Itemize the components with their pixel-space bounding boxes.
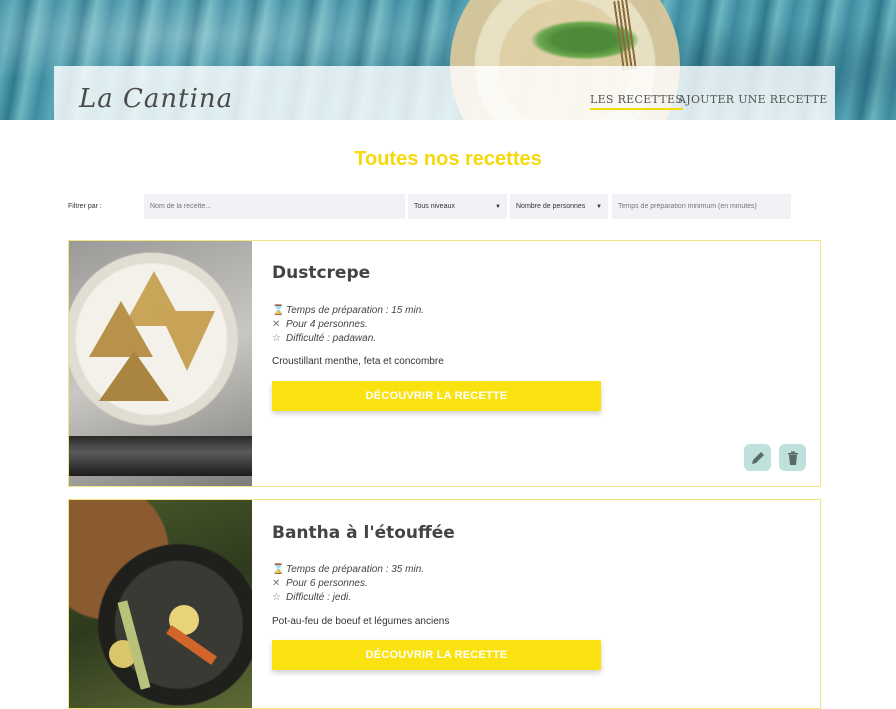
delete-button[interactable] bbox=[779, 444, 806, 471]
recipe-title: Dustcrepe bbox=[272, 263, 371, 283]
utensils-icon: ✕ bbox=[272, 578, 281, 589]
hourglass-icon: ⌛ bbox=[272, 564, 285, 575]
hourglass-icon: ⌛ bbox=[272, 305, 285, 316]
difficulty-line: ☆ Difficulté : padawan. bbox=[272, 333, 376, 344]
recipe-description: Croustillant menthe, feta et concombre bbox=[272, 356, 444, 367]
prep-time-line: ⌛ Temps de préparation : 35 min. bbox=[272, 564, 424, 575]
nav-ajouter-recette[interactable]: AJOUTER UNE RECETTE bbox=[678, 93, 828, 106]
difficulty-text: Difficulté : jedi. bbox=[286, 592, 352, 603]
people-text: Pour 6 personnes. bbox=[286, 578, 368, 589]
pencil-icon bbox=[751, 451, 764, 464]
filter-label: Filtrer par : bbox=[68, 203, 102, 210]
prep-time-text: Temps de préparation : 35 min. bbox=[286, 564, 425, 575]
chevron-down-icon: ▼ bbox=[596, 203, 602, 210]
discover-recipe-button[interactable]: DÉCOUVRIR LA RECETTE bbox=[272, 640, 601, 670]
star-icon: ☆ bbox=[272, 592, 281, 603]
header-banner: La Cantina LES RECETTES AJOUTER UNE RECE… bbox=[0, 0, 896, 120]
level-select-value: Tous niveaux bbox=[414, 203, 455, 210]
edit-button[interactable] bbox=[744, 444, 771, 471]
nav-les-recettes[interactable]: LES RECETTES bbox=[590, 93, 684, 110]
level-select[interactable]: Tous niveaux ▼ bbox=[408, 194, 507, 219]
people-text: Pour 4 personnes. bbox=[286, 319, 368, 330]
prep-time-input[interactable] bbox=[612, 194, 791, 219]
recipe-title: Bantha à l'étouffée bbox=[272, 523, 455, 543]
difficulty-line: ☆ Difficulté : jedi. bbox=[272, 592, 351, 603]
difficulty-text: Difficulté : padawan. bbox=[286, 333, 377, 344]
chevron-down-icon: ▼ bbox=[495, 203, 501, 210]
recipe-description: Pot-au-feu de boeuf et légumes anciens bbox=[272, 616, 450, 627]
lightsaber-image bbox=[69, 436, 252, 476]
page-title: Toutes nos recettes bbox=[354, 148, 542, 170]
navbar: La Cantina LES RECETTES AJOUTER UNE RECE… bbox=[54, 66, 835, 120]
prep-time-line: ⌛ Temps de préparation : 15 min. bbox=[272, 305, 424, 316]
recipe-image bbox=[69, 500, 252, 708]
people-line: ✕ Pour 6 personnes. bbox=[272, 578, 368, 589]
discover-recipe-button[interactable]: DÉCOUVRIR LA RECETTE bbox=[272, 381, 601, 411]
prep-time-text: Temps de préparation : 15 min. bbox=[286, 305, 425, 316]
people-line: ✕ Pour 4 personnes. bbox=[272, 319, 368, 330]
people-select[interactable]: Nombre de personnes ▼ bbox=[510, 194, 608, 219]
recipe-card: Dustcrepe ⌛ Temps de préparation : 15 min… bbox=[68, 240, 821, 487]
site-logo[interactable]: La Cantina bbox=[79, 84, 233, 114]
recipe-image bbox=[69, 241, 252, 486]
star-icon: ☆ bbox=[272, 333, 281, 344]
recipe-card: Bantha à l'étouffée ⌛ Temps de préparatio… bbox=[68, 499, 821, 709]
trash-icon bbox=[787, 451, 798, 465]
crepe-shape bbox=[99, 351, 169, 401]
recipe-name-input[interactable] bbox=[144, 194, 405, 219]
people-select-value: Nombre de personnes bbox=[516, 203, 586, 210]
utensils-icon: ✕ bbox=[272, 319, 281, 330]
crepe-shape bbox=[89, 301, 153, 357]
